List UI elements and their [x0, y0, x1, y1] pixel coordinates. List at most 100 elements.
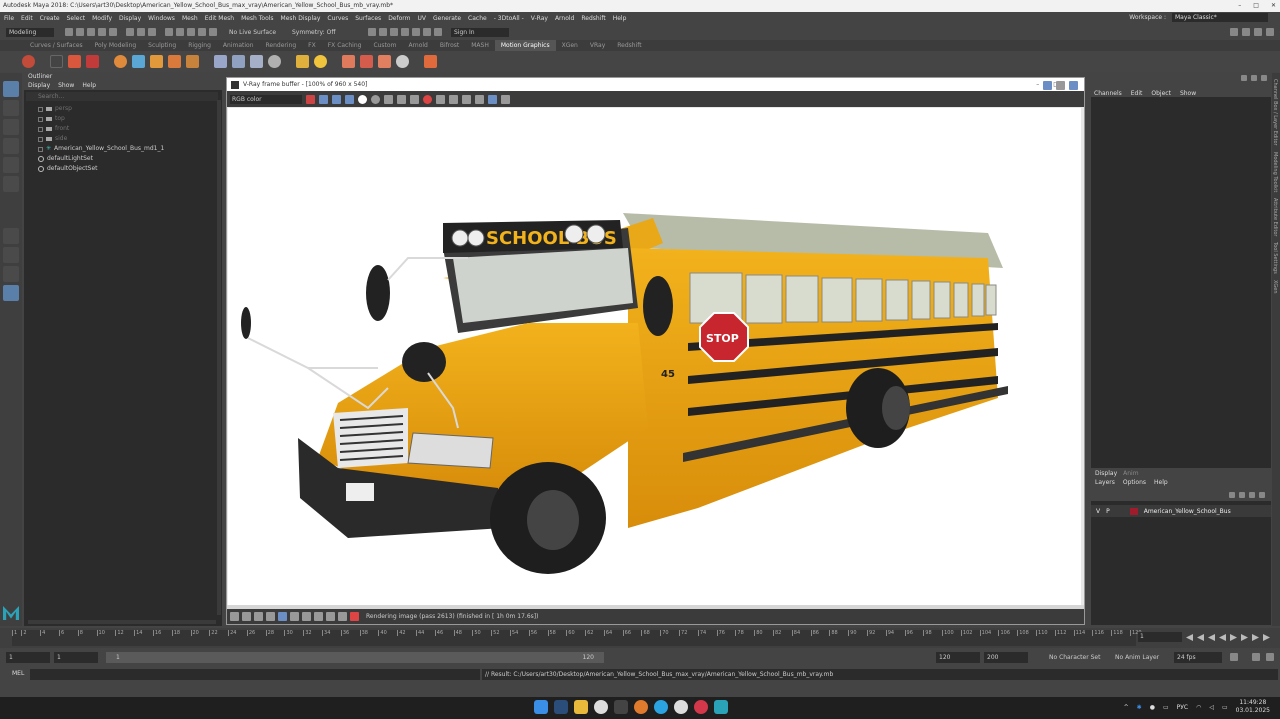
tool-settings-icon[interactable]: [1254, 28, 1262, 36]
layer-tab-display[interactable]: Display: [1095, 469, 1117, 478]
battery-icon[interactable]: ▭: [1222, 704, 1228, 711]
wave-deformer-icon[interactable]: [268, 55, 281, 68]
menu-item[interactable]: UV: [418, 15, 427, 22]
shelf-tab[interactable]: XGen: [556, 40, 584, 51]
layer-row[interactable]: V P American_Yellow_School_Bus: [1091, 505, 1271, 517]
type-icon[interactable]: [68, 55, 81, 68]
scale-tool-icon[interactable]: [3, 176, 19, 192]
playback-start-field[interactable]: 1: [54, 652, 98, 663]
add-icon[interactable]: [424, 55, 437, 68]
step-back-frame-icon[interactable]: [1208, 634, 1215, 641]
layer-visibility-toggle[interactable]: V: [1096, 508, 1100, 515]
menu-item[interactable]: Modify: [92, 15, 112, 22]
mono-icon[interactable]: [371, 94, 380, 104]
follow-mouse-icon[interactable]: [462, 94, 471, 104]
lasso-tool-icon[interactable]: [3, 100, 19, 116]
shelf-tab[interactable]: Rigging: [182, 40, 217, 51]
status-icon[interactable]: [230, 612, 239, 621]
yandex-icon[interactable]: [674, 700, 688, 714]
channel-menu-item[interactable]: Channels: [1094, 83, 1122, 105]
character-set-dropdown[interactable]: No Character Set: [1046, 652, 1104, 663]
loop-icon[interactable]: [1230, 653, 1238, 661]
hypershade-icon[interactable]: [412, 28, 420, 36]
outliner-hscrollbar[interactable]: [28, 620, 216, 624]
menu-item[interactable]: Select: [67, 15, 86, 22]
mash-curve-icon[interactable]: [132, 55, 145, 68]
side-tab[interactable]: Channel Box / Layer Editor: [1272, 79, 1278, 146]
outliner-menu-item[interactable]: Show: [58, 81, 74, 90]
select-tool-icon[interactable]: [3, 81, 19, 97]
list-icon[interactable]: [50, 55, 63, 68]
tray-chevron-icon[interactable]: ^: [1124, 704, 1129, 711]
side-tab[interactable]: Tool Settings: [1272, 242, 1278, 274]
save-image-icon[interactable]: [306, 94, 315, 104]
shelf-tab[interactable]: FX Caching: [322, 40, 368, 51]
status-icon[interactable]: [278, 612, 287, 621]
load-icon[interactable]: [397, 94, 406, 104]
settings-icon[interactable]: [1069, 81, 1078, 90]
epic-icon[interactable]: [614, 700, 628, 714]
telegram-icon[interactable]: [654, 700, 668, 714]
lens-effects-icon[interactable]: [488, 94, 497, 104]
bend-deformer-icon[interactable]: [214, 55, 227, 68]
new-layer-selected-icon[interactable]: [1259, 491, 1265, 498]
current-frame-field[interactable]: 1: [1138, 632, 1182, 642]
minimize-button[interactable]: –: [1238, 0, 1241, 12]
attribute-editor-icon[interactable]: [1242, 28, 1250, 36]
menu-item[interactable]: Generate: [433, 15, 461, 22]
ipr-render-icon[interactable]: [390, 28, 398, 36]
shelf-tab[interactable]: MASH: [465, 40, 495, 51]
shelf-tab[interactable]: Rendering: [260, 40, 303, 51]
twist-deformer-icon[interactable]: [232, 55, 245, 68]
compare-icon[interactable]: [449, 94, 458, 104]
menu-item[interactable]: Curves: [327, 15, 348, 22]
menu-item[interactable]: Display: [119, 15, 141, 22]
layer-tab-anim[interactable]: Anim: [1123, 469, 1138, 478]
menu-item[interactable]: Cache: [468, 15, 487, 22]
expand-icon[interactable]: [38, 146, 43, 152]
menu-item[interactable]: Help: [613, 15, 627, 22]
maya-taskbar-icon[interactable]: [714, 700, 728, 714]
network-icon[interactable]: ▭: [1163, 704, 1169, 711]
expand-icon[interactable]: [38, 106, 43, 112]
snap-curve-icon[interactable]: [176, 28, 184, 36]
move-tool-icon[interactable]: [3, 138, 19, 154]
outliner-menu-item[interactable]: Help: [82, 81, 96, 90]
sphere-deformer-icon[interactable]: [250, 55, 263, 68]
menu-item[interactable]: V-Ray: [531, 15, 548, 22]
mash-dynamics-icon[interactable]: [296, 55, 309, 68]
yandex-browser-icon[interactable]: [694, 700, 708, 714]
outliner-menu-item[interactable]: Display: [28, 81, 50, 90]
snap-surface-icon[interactable]: [198, 28, 206, 36]
end-time-field[interactable]: 200: [984, 652, 1028, 663]
save-scene-icon[interactable]: [87, 28, 95, 36]
steam-icon[interactable]: [554, 700, 568, 714]
bluetooth-icon[interactable]: ✱: [1137, 704, 1142, 711]
mash-network-icon[interactable]: [22, 55, 35, 68]
mash-distribute-icon[interactable]: [114, 55, 127, 68]
outliner-item[interactable]: side: [24, 134, 222, 144]
render-icon[interactable]: [1043, 81, 1052, 90]
menu-item[interactable]: Windows: [148, 15, 175, 22]
outliner-item[interactable]: top: [24, 114, 222, 124]
language-indicator[interactable]: РУС: [1177, 704, 1188, 711]
new-layer-icon[interactable]: [1249, 491, 1255, 498]
status-icon[interactable]: [302, 612, 311, 621]
hand-icon[interactable]: [360, 55, 373, 68]
green-channel-icon[interactable]: [332, 94, 341, 104]
step-forward-key-icon[interactable]: [1252, 634, 1259, 641]
shelf-tab[interactable]: Arnold: [402, 40, 433, 51]
status-icon[interactable]: [254, 612, 263, 621]
shelf-tab[interactable]: Bifrost: [434, 40, 465, 51]
status-icon[interactable]: [314, 612, 323, 621]
mash-cube-icon[interactable]: [186, 55, 199, 68]
channel-dropdown[interactable]: RGB color: [230, 94, 302, 104]
mash-text-icon[interactable]: [150, 55, 163, 68]
render-frame-icon[interactable]: [379, 28, 387, 36]
preferences-icon[interactable]: [1266, 653, 1274, 661]
undo-icon[interactable]: [98, 28, 106, 36]
open-scene-icon[interactable]: [76, 28, 84, 36]
menu-item[interactable]: Create: [40, 15, 60, 22]
snap-grid-icon[interactable]: [165, 28, 173, 36]
bird-icon[interactable]: [378, 55, 391, 68]
